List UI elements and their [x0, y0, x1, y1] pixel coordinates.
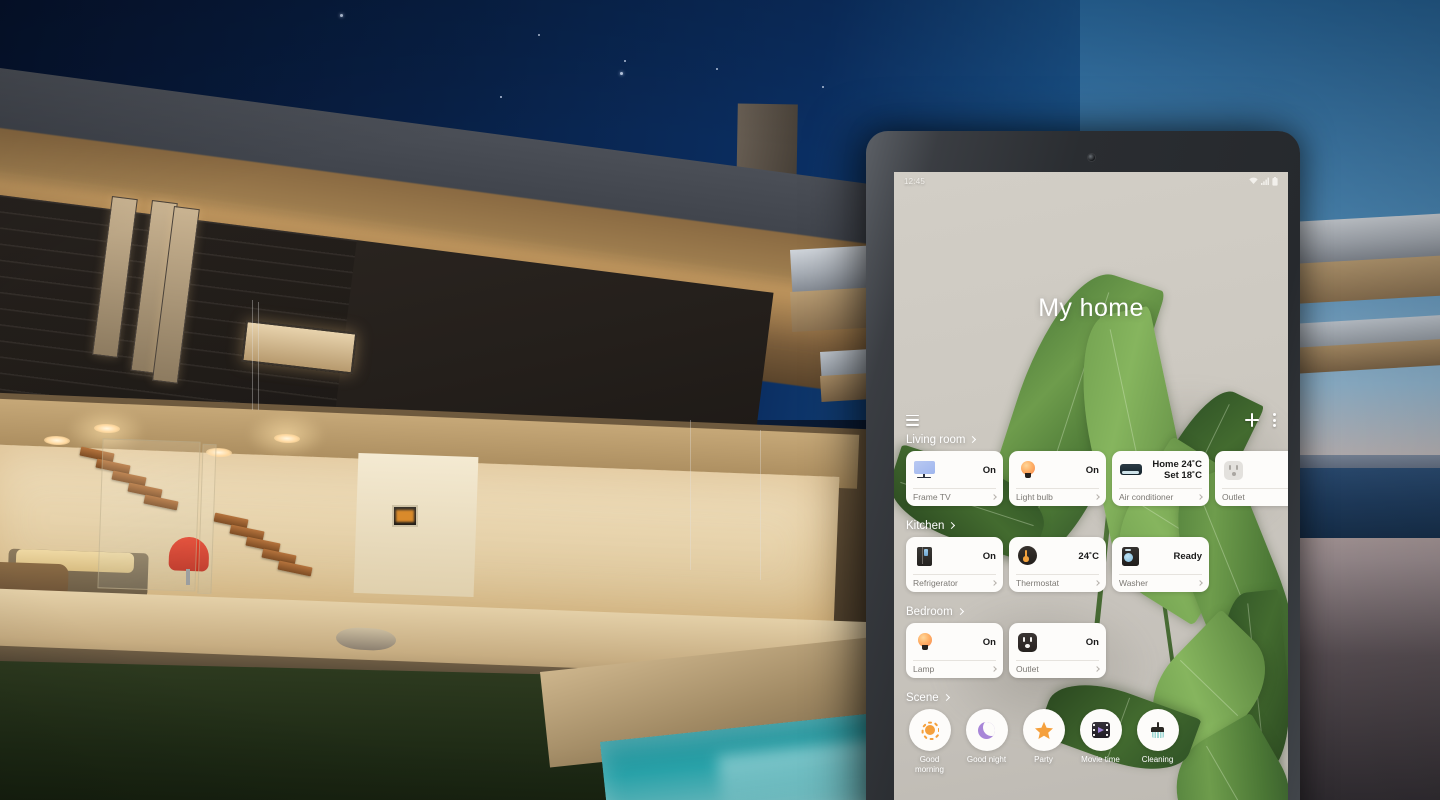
page-title: My home [1038, 294, 1144, 322]
section-scene: Scene Good morning Good night Party Movi… [894, 692, 1288, 774]
scene-movie-time[interactable]: Movie time [1077, 709, 1124, 774]
status-bar: 12:45 [894, 172, 1288, 190]
section-title: Bedroom [906, 606, 953, 618]
device-state: Home 24˚C Set 18˚C [1152, 459, 1202, 481]
device-label: Air conditioner [1119, 492, 1174, 502]
device-label: Frame TV [913, 492, 951, 502]
chevron-right-icon [1094, 580, 1100, 586]
kebab-menu-icon[interactable] [1273, 413, 1276, 427]
chevron-right-icon [956, 607, 964, 616]
scene-good-night[interactable]: Good night [963, 709, 1010, 774]
device-state: 24˚C [1078, 550, 1099, 562]
app-toolbar [894, 410, 1288, 430]
device-card-outlet-bedroom[interactable]: On Outlet [1009, 623, 1106, 678]
chevron-right-icon [942, 693, 950, 702]
chevron-right-icon [1197, 580, 1203, 586]
device-label: Thermostat [1016, 578, 1059, 588]
device-card-lamp[interactable]: On Lamp [906, 623, 1003, 678]
scene-label: Movie time [1081, 755, 1120, 764]
device-state: On [982, 636, 996, 648]
chevron-right-icon [1094, 494, 1100, 500]
section-header-kitchen[interactable]: Kitchen [894, 520, 1288, 537]
wifi-icon [1249, 177, 1258, 184]
chevron-right-icon [991, 666, 997, 672]
air-conditioner-icon [1119, 460, 1142, 480]
device-card-list: On Frame TV On Light bulb Home 24˚C Set … [894, 451, 1288, 516]
sun-icon [908, 709, 951, 751]
device-card-thermostat[interactable]: 24˚C Thermostat [1009, 537, 1106, 592]
thermostat-icon [1016, 546, 1039, 566]
chevron-right-icon [969, 435, 977, 444]
scene-label: Good morning [915, 755, 944, 774]
status-bar-time: 12:45 [904, 176, 926, 186]
section-title: Kitchen [906, 520, 945, 532]
chevron-right-icon [948, 521, 956, 530]
plus-icon[interactable] [1245, 413, 1259, 427]
ocean [1280, 468, 1440, 538]
film-play-icon [1079, 709, 1122, 751]
device-label: Light bulb [1016, 492, 1053, 502]
device-card-list: On Lamp On Outlet [894, 623, 1288, 688]
home-content: Living room On Frame TV On Light bulb Ho… [894, 434, 1288, 778]
scene-cleaning[interactable]: Cleaning [1134, 709, 1181, 774]
chevron-right-icon [991, 580, 997, 586]
section-living-room: Living room On Frame TV On Light bulb Ho… [894, 434, 1288, 516]
device-label: Lamp [913, 664, 935, 674]
light-bulb-icon [1016, 460, 1039, 480]
broom-icon [1136, 709, 1179, 751]
signal-icon [1261, 177, 1269, 185]
chevron-right-icon [1094, 666, 1100, 672]
device-state: On [1085, 636, 1099, 648]
scene-label: Party [1034, 755, 1053, 764]
device-label: Outlet [1016, 664, 1039, 674]
scene-label: Good night [966, 755, 1007, 764]
device-state: On [982, 464, 996, 476]
refrigerator-icon [913, 546, 936, 566]
section-title: Scene [906, 692, 939, 704]
scene-good-morning[interactable]: Good morning [906, 709, 953, 774]
scene-list: Good morning Good night Party Movie time… [894, 709, 1288, 774]
device-card-outlet-living-room[interactable]: Off Outlet [1215, 451, 1288, 506]
battery-icon [1272, 176, 1278, 186]
device-state: On [982, 550, 996, 562]
scene-label: Cleaning [1141, 755, 1174, 764]
tv-icon [913, 460, 936, 480]
star-icon [1022, 709, 1065, 751]
section-bedroom: Bedroom On Lamp On Outlet [894, 606, 1288, 688]
device-label: Refrigerator [913, 578, 958, 588]
device-card-refrigerator[interactable]: On Refrigerator [906, 537, 1003, 592]
status-bar-icons [1249, 176, 1278, 186]
device-card-air-conditioner[interactable]: Home 24˚C Set 18˚C Air conditioner [1112, 451, 1209, 506]
section-header-living-room[interactable]: Living room [894, 434, 1288, 451]
device-card-washer[interactable]: Ready Washer [1112, 537, 1209, 592]
device-state: Ready [1173, 550, 1202, 562]
washer-icon [1119, 546, 1142, 566]
device-label: Outlet [1222, 492, 1245, 502]
section-header-scene[interactable]: Scene [894, 692, 1288, 709]
section-title: Living room [906, 434, 966, 446]
outlet-icon [1222, 460, 1245, 480]
chevron-right-icon [1197, 494, 1203, 500]
hamburger-menu-icon[interactable] [906, 414, 919, 426]
device-label: Washer [1119, 578, 1148, 588]
device-card-frame-tv[interactable]: On Frame TV [906, 451, 1003, 506]
device-state: On [1085, 464, 1099, 476]
light-bulb-icon [913, 632, 936, 652]
section-header-bedroom[interactable]: Bedroom [894, 606, 1288, 623]
moon-icon [965, 709, 1008, 751]
device-card-light-bulb[interactable]: On Light bulb [1009, 451, 1106, 506]
chevron-right-icon [991, 494, 997, 500]
tablet-screen: 12:45 My home Living room On Frame TV On… [894, 172, 1288, 800]
device-card-list: On Refrigerator 24˚C Thermostat Ready Wa… [894, 537, 1288, 602]
outlet-dark-icon [1016, 632, 1039, 652]
front-camera-icon [1088, 154, 1095, 161]
section-kitchen: Kitchen On Refrigerator 24˚C Thermostat … [894, 520, 1288, 602]
scene-party[interactable]: Party [1020, 709, 1067, 774]
